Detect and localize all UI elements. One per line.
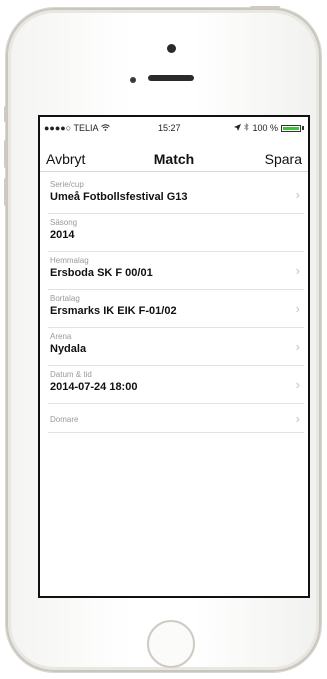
proximity-sensor	[130, 77, 136, 83]
battery-tip	[302, 126, 304, 130]
row-value: Ersmarks IK EIK F-01/02	[50, 305, 177, 317]
chevron-right-icon: ›	[295, 263, 300, 278]
row-value: Nydala	[50, 343, 87, 355]
wifi-icon	[100, 123, 110, 133]
row-referee[interactable]: Domare ›	[48, 404, 304, 433]
power-button	[250, 6, 280, 9]
row-home-team[interactable]: Hemmalag Ersboda SK F 00/01 ›	[48, 252, 304, 290]
chevron-right-icon: ›	[295, 377, 300, 392]
volume-up-button	[4, 140, 7, 168]
row-label: Arena	[50, 332, 72, 341]
row-label: Serie/cup	[50, 180, 84, 189]
row-value: Ersboda SK F 00/01	[50, 267, 153, 279]
phone-frame: ●●●●○ TELIA 15:27 100 % Avbryt Match Spa…	[4, 6, 321, 672]
battery-icon	[281, 124, 301, 132]
row-date-time[interactable]: Datum & tid 2014-07-24 18:00 ›	[48, 366, 304, 404]
row-arena[interactable]: Arena Nydala ›	[48, 328, 304, 366]
navigation-bar: Avbryt Match Spara	[40, 143, 308, 172]
status-time: 15:27	[158, 123, 181, 133]
volume-down-button	[4, 178, 7, 206]
carrier-signal: ●●●●○ TELIA	[44, 123, 110, 133]
row-label: Säsong	[50, 218, 78, 227]
battery-percent: 100 %	[252, 123, 278, 133]
status-right: 100 %	[234, 123, 304, 133]
row-value: Umeå Fotbollsfestival G13	[50, 191, 188, 203]
bluetooth-icon	[244, 123, 250, 133]
earpiece-speaker	[148, 75, 194, 81]
row-serie-cup[interactable]: Serie/cup Umeå Fotbollsfestival G13 ›	[48, 176, 304, 214]
row-season[interactable]: Säsong 2014	[48, 214, 304, 252]
front-camera	[167, 44, 176, 53]
row-label: Hemmalag	[50, 256, 89, 265]
row-value: 2014-07-24 18:00	[50, 381, 138, 393]
chevron-right-icon: ›	[295, 187, 300, 202]
status-bar: ●●●●○ TELIA 15:27 100 %	[40, 117, 308, 139]
row-label: Datum & tid	[50, 370, 92, 379]
row-label: Domare	[50, 415, 79, 424]
row-value: 2014	[50, 229, 75, 241]
match-form-list: Serie/cup Umeå Fotbollsfestival G13 › Sä…	[48, 176, 304, 433]
mute-switch	[4, 106, 7, 122]
save-button[interactable]: Spara	[265, 151, 302, 167]
screen: ●●●●○ TELIA 15:27 100 % Avbryt Match Spa…	[38, 115, 310, 598]
chevron-right-icon: ›	[295, 411, 300, 426]
location-arrow-icon	[234, 123, 242, 133]
home-button[interactable]	[147, 620, 195, 668]
row-label: Bortalag	[50, 294, 80, 303]
chevron-right-icon: ›	[295, 339, 300, 354]
row-away-team[interactable]: Bortalag Ersmarks IK EIK F-01/02 ›	[48, 290, 304, 328]
battery-fill	[283, 126, 299, 130]
chevron-right-icon: ›	[295, 301, 300, 316]
